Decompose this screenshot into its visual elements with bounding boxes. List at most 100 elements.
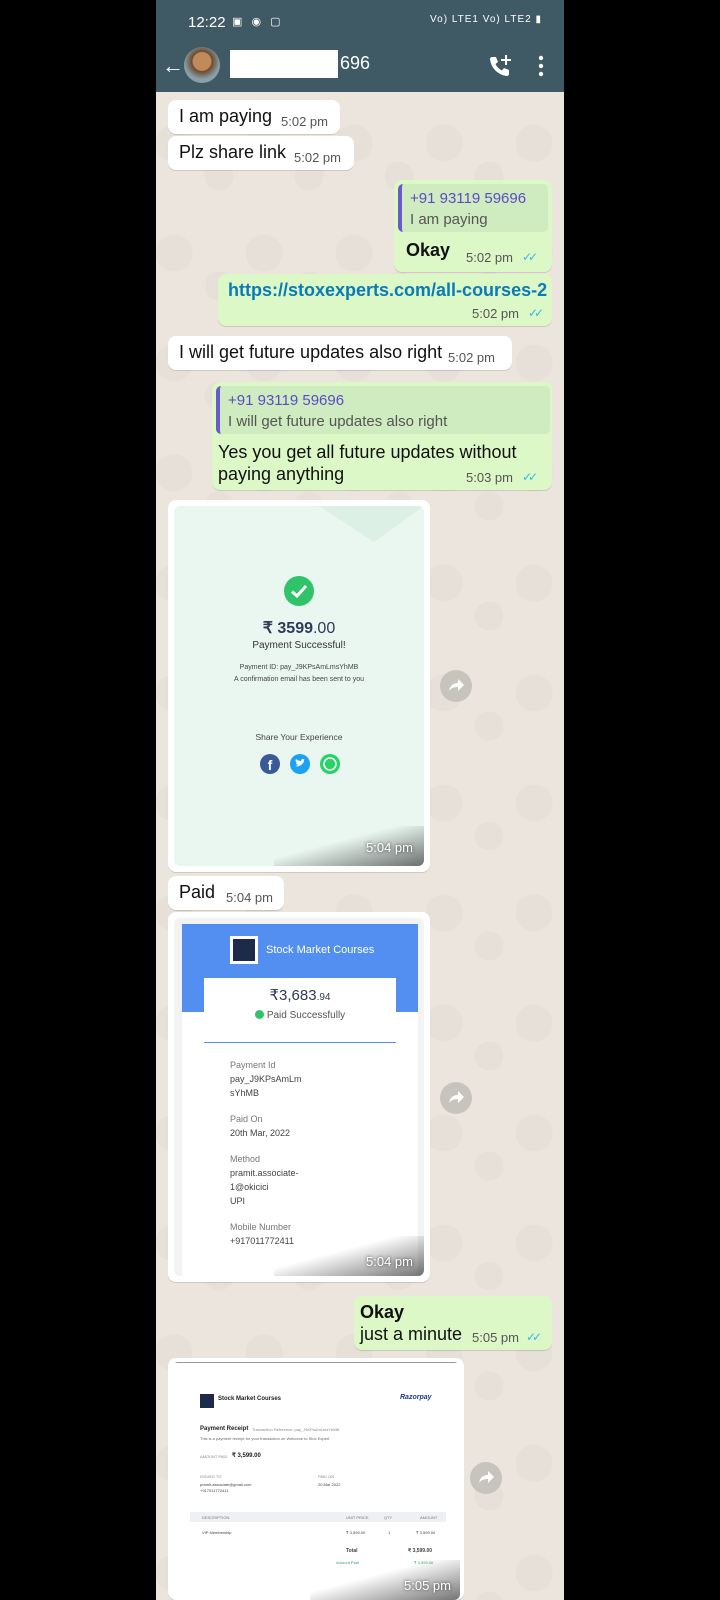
message-time: 5:03 pm xyxy=(466,470,513,485)
quoted-message[interactable]: +91 93119 59696 I am paying xyxy=(398,184,548,232)
razorpay-logo: Razorpay xyxy=(400,1394,432,1401)
read-ticks-icon: ✓✓ xyxy=(526,1330,542,1344)
method-value: 1@okicici xyxy=(230,1182,269,1192)
status-time: 12:22 xyxy=(188,14,226,31)
forward-button[interactable] xyxy=(470,1462,502,1494)
method-value: UPI xyxy=(230,1196,246,1206)
whatsapp-icon[interactable] xyxy=(320,754,340,774)
amount-decimal: .94 xyxy=(316,992,331,1003)
payment-id-value: pay_J9KPsAmLm xyxy=(230,1074,302,1084)
forward-button[interactable] xyxy=(440,1082,472,1114)
chat-header: ← 696 xyxy=(156,44,564,92)
receipt-amount: ₹3,683.94 xyxy=(204,986,396,1004)
item-qty: 1 xyxy=(388,1530,391,1535)
message-text: I will get future updates also right xyxy=(179,342,443,362)
amount-main: ₹3,683 xyxy=(269,987,317,1004)
receipt-note: This is a payment receipt for your trans… xyxy=(200,1436,330,1441)
contact-avatar[interactable] xyxy=(184,47,220,83)
message-text: Paid xyxy=(179,882,216,902)
total-value: ₹ 3,599.00 xyxy=(408,1548,433,1554)
method-value: pramit.associate- xyxy=(230,1168,299,1178)
payment-details-image[interactable]: Stock Market Courses ₹3,683.94 Paid Succ… xyxy=(174,918,424,1276)
outgoing-message[interactable]: +91 93119 59696 I am paying Okay 5:02 pm… xyxy=(394,180,552,272)
network-indicators: Vo) LTE1 Vo) LTE2 ▮ xyxy=(430,14,542,25)
outgoing-message[interactable]: Okay just a minute 5:05 pm ✓✓ xyxy=(354,1296,552,1350)
col-amount: AMOUNT xyxy=(420,1515,438,1520)
quoted-message[interactable]: +91 93119 59696 I will get future update… xyxy=(216,386,550,434)
paid-on-value: 20 Mar 2022 xyxy=(318,1482,341,1487)
redacted-name-box xyxy=(230,50,338,78)
incoming-message[interactable]: Paid 5:04 pm xyxy=(168,876,284,910)
message-time: 5:04 pm xyxy=(366,840,413,855)
issued-phone: +917011772411 xyxy=(200,1488,229,1493)
status-bar: 12:22 ▣ ◉ ▢ Vo) LTE1 Vo) LTE2 ▮ xyxy=(156,0,564,44)
message-time: 5:05 pm xyxy=(404,1578,451,1593)
message-time: 5:02 pm xyxy=(448,350,495,365)
brand-logo xyxy=(230,936,258,964)
message-text: Okay xyxy=(406,240,451,260)
payment-id-value: sYhMB xyxy=(230,1088,260,1098)
message-time: 5:02 pm xyxy=(472,306,519,321)
forward-icon xyxy=(479,1471,494,1483)
amount-value: ₹ 3,599.00 xyxy=(232,1453,261,1459)
read-ticks-icon: ✓✓ xyxy=(528,306,544,320)
message-time: 5:02 pm xyxy=(281,114,328,129)
receipt-reference: Transaction Reference: pay_J9KPsAmLmsYhM… xyxy=(252,1427,340,1432)
forward-button[interactable] xyxy=(440,670,472,702)
paid-text: Paid Successfully xyxy=(266,1010,346,1021)
quoted-sender: +91 93119 59696 xyxy=(410,190,527,207)
paid-on-label: PAID ON xyxy=(318,1474,335,1479)
incoming-message[interactable]: Plz share link 5:02 pm xyxy=(168,136,354,170)
amount-main: ₹ 3599 xyxy=(262,620,313,637)
incoming-message[interactable]: I will get future updates also right 5:0… xyxy=(168,336,512,370)
message-time: 5:02 pm xyxy=(466,250,513,265)
outgoing-message[interactable]: +91 93119 59696 I will get future update… xyxy=(212,382,552,490)
message-time: 5:04 pm xyxy=(226,890,273,905)
payment-receipt-image[interactable]: Stock Market Courses Razorpay Payment Re… xyxy=(172,1362,460,1600)
outgoing-message[interactable]: https://stoxexperts.com/all-courses-2 5:… xyxy=(218,274,552,326)
payment-id-label: Payment Id xyxy=(230,1060,276,1070)
paid-status: Paid Successfully xyxy=(204,1010,396,1021)
image-message[interactable]: ₹ 3599.00 Payment Successful! Payment ID… xyxy=(168,500,430,872)
brand-name: Stock Market Courses xyxy=(266,944,375,956)
forward-icon xyxy=(449,1091,464,1103)
message-time: 5:02 pm xyxy=(294,150,341,165)
total-label: Total xyxy=(346,1548,358,1554)
read-ticks-icon: ✓✓ xyxy=(522,470,538,484)
quoted-text: I will get future updates also right xyxy=(228,413,448,430)
share-heading: Share Your Experience xyxy=(255,732,343,742)
col-qty: QTY xyxy=(384,1515,393,1520)
message-text-line: Okay xyxy=(360,1302,405,1322)
network-label: Vo) LTE1 Vo) LTE2 xyxy=(430,14,532,25)
brand-logo xyxy=(200,1394,214,1408)
message-text-line: Yes you get all future updates without xyxy=(218,442,517,462)
chat-screen: 12:22 ▣ ◉ ▢ Vo) LTE1 Vo) LTE2 ▮ ← 696 I … xyxy=(156,0,564,1600)
message-time: 5:04 pm xyxy=(366,1254,413,1269)
col-unit-price: UNIT PRICE xyxy=(346,1515,369,1520)
message-text-line: paying anything xyxy=(218,464,345,484)
message-text-line: just a minute xyxy=(360,1324,463,1344)
facebook-icon[interactable]: f xyxy=(260,754,280,774)
paid-check-icon xyxy=(254,1010,264,1019)
read-ticks-icon: ✓✓ xyxy=(522,250,538,264)
back-arrow-icon[interactable]: ← xyxy=(162,54,186,78)
payment-id: Payment ID: pay_J9KPsAmLmsYhMB xyxy=(239,664,359,671)
more-options-icon[interactable] xyxy=(536,54,546,78)
amount-label: AMOUNT PAID xyxy=(200,1454,228,1459)
incoming-message[interactable]: I am paying 5:02 pm xyxy=(168,100,340,134)
message-text: I am paying xyxy=(179,106,273,126)
quoted-text: I am paying xyxy=(410,211,488,228)
amount-decimal: .00 xyxy=(312,620,336,637)
course-link[interactable]: https://stoxexperts.com/all-courses-2 xyxy=(228,280,547,301)
method-label: Method xyxy=(230,1154,261,1164)
add-call-icon[interactable] xyxy=(486,52,514,80)
payment-success-image[interactable]: ₹ 3599.00 Payment Successful! Payment ID… xyxy=(174,506,424,866)
contact-name[interactable]: 696 xyxy=(340,53,370,74)
twitter-icon[interactable] xyxy=(290,754,310,774)
image-message[interactable]: Stock Market Courses Razorpay Payment Re… xyxy=(168,1358,464,1600)
col-description: DESCRIPTION xyxy=(202,1515,230,1520)
image-message[interactable]: Stock Market Courses ₹3,683.94 Paid Succ… xyxy=(168,912,430,1282)
forward-icon xyxy=(449,679,464,691)
paid-on-label: Paid On xyxy=(230,1114,263,1124)
item-description: VIP Membership xyxy=(202,1530,232,1535)
